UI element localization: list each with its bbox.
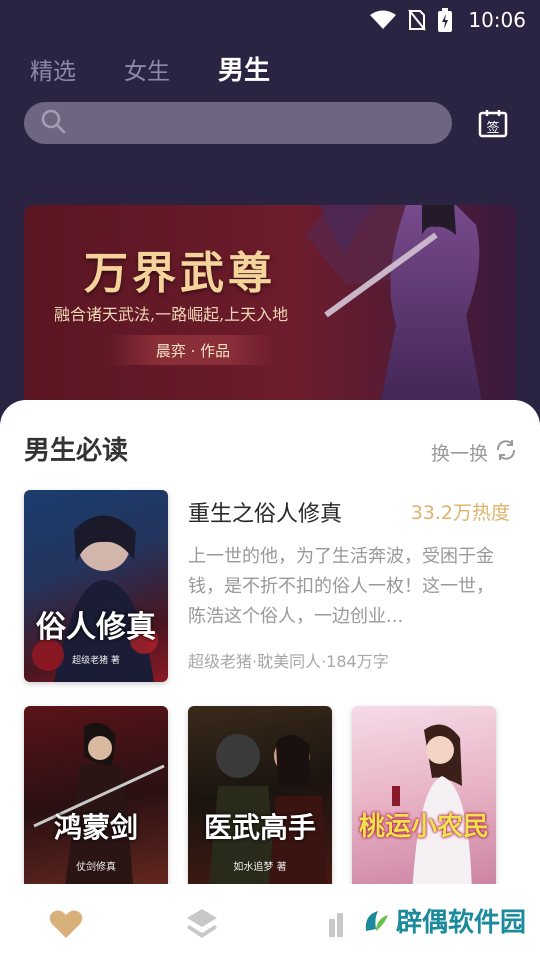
banner-title: 万界武尊 xyxy=(84,248,276,299)
status-bar: 10:06 xyxy=(0,0,540,40)
book-cover-2[interactable]: 医武高手 如水追梦 著 xyxy=(188,706,332,896)
book-cover-3[interactable]: 桃运小农民 xyxy=(352,706,496,896)
promo-banner[interactable]: 万界武尊 融合诸天武法,一路崛起,上天入地 晨弈 · 作品 xyxy=(24,205,516,415)
featured-book-description: 上一世的他，为了生活奔波，受困于金钱，是不折不扣的俗人一枚！这一世，陈浩这个俗人… xyxy=(188,546,494,627)
watermark-logo-icon xyxy=(365,910,388,931)
ranking-icon xyxy=(329,913,343,937)
content-sheet: 男生必读 换一换 俗人修真 超级老猪 著 重生之俗人修真 33.2万热度 上一世… xyxy=(0,400,540,960)
category-tabs: 精选 女生 男生 xyxy=(30,50,270,87)
sign-in-button[interactable]: 签 xyxy=(476,106,510,140)
search-bar[interactable] xyxy=(24,102,452,144)
featured-book-cover[interactable]: 俗人修真 超级老猪 著 xyxy=(24,490,168,682)
status-time: 10:06 xyxy=(468,8,526,32)
cover-1-title: 鸿蒙剑 xyxy=(53,811,138,844)
tab-female[interactable]: 女生 xyxy=(124,52,170,86)
banner-subtitle: 融合诸天武法,一路崛起,上天入地 xyxy=(54,305,289,324)
cover-3-art xyxy=(392,724,472,896)
layers-icon xyxy=(187,909,217,938)
featured-book-title[interactable]: 重生之俗人修真 xyxy=(188,496,342,528)
refresh-button[interactable]: 换一换 xyxy=(431,438,518,467)
tab-featured[interactable]: 精选 xyxy=(30,52,76,86)
cover-1-author: 仗剑修真 xyxy=(76,862,116,873)
search-input[interactable] xyxy=(76,113,420,133)
bottom-nav: 辟偶软件园 xyxy=(0,884,540,960)
tab-male[interactable]: 男生 xyxy=(218,50,270,87)
banner-author: 晨弈 · 作品 xyxy=(108,335,278,365)
featured-cover-author: 超级老猪 著 xyxy=(72,656,120,666)
wifi-icon xyxy=(370,10,397,30)
search-icon xyxy=(40,108,66,138)
cover-3-title: 桃运小农民 xyxy=(358,812,489,842)
no-sim-icon xyxy=(408,9,427,31)
nav-library[interactable] xyxy=(182,904,222,944)
watermark-text: 辟偶软件园 xyxy=(395,908,526,938)
featured-book-heat: 33.2万热度 xyxy=(410,502,510,524)
cover-2-title: 医武高手 xyxy=(203,811,316,844)
heart-icon xyxy=(49,910,83,938)
banner-character-art xyxy=(306,205,485,415)
nav-ranking[interactable] xyxy=(318,904,358,944)
featured-book[interactable]: 俗人修真 超级老猪 著 重生之俗人修真 33.2万热度 上一世的他，为了生活奔波… xyxy=(24,490,510,682)
featured-book-meta: 超级老猪·耽美同人·184万字 xyxy=(188,652,389,671)
refresh-icon xyxy=(494,438,518,467)
search-row: 签 xyxy=(24,102,520,144)
section-title: 男生必读 xyxy=(24,436,129,466)
book-cover-row: 鸿蒙剑 仗剑修真 医武高手 如水追梦 著 桃运小农民 xyxy=(24,706,496,896)
featured-cover-title: 俗人修真 xyxy=(36,610,156,645)
watermark: 辟偶软件园 xyxy=(362,902,526,939)
nav-favorites[interactable] xyxy=(46,904,86,944)
book-cover-1[interactable]: 鸿蒙剑 仗剑修真 xyxy=(24,706,168,896)
sign-in-label: 签 xyxy=(486,121,500,136)
battery-charging-icon xyxy=(438,8,453,32)
refresh-label: 换一换 xyxy=(430,443,488,465)
app-root: 10:06 精选 女生 男生 签 万界武尊 融合诸天武法,一路崛起,上天入地 晨… xyxy=(0,0,540,960)
cover-2-author: 如水追梦 著 xyxy=(233,862,287,873)
